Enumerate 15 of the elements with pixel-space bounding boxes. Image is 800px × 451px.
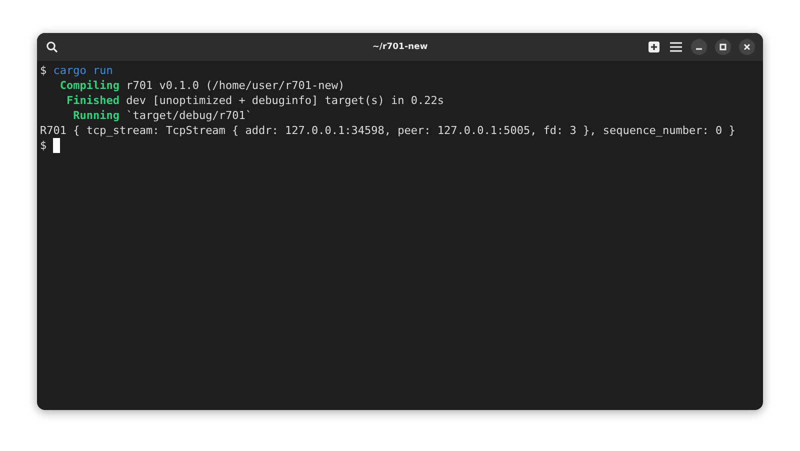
- maximize-icon: [719, 43, 727, 51]
- terminal-line: Finished dev [unoptimized + debuginfo] target(s) in 0.22s: [65, 93, 444, 108]
- terminal-line: $: [40, 138, 48, 153]
- maximize-button[interactable]: [715, 39, 731, 55]
- terminal-line: Compiling r701 v0.1.0 (/home/user/r701-new): [58, 78, 345, 93]
- terminal-line: R701 { tcp_stream: TcpStream { addr: 127.0.0.1:34598, peer: 127.0.0.1:5005, fd: 3 }, sequence_number: 0 }: [40, 123, 736, 138]
- terminal-line: $ cargo run: [40, 63, 113, 78]
- window-title: ~/r701-new: [372, 42, 428, 52]
- close-icon: [743, 43, 751, 51]
- menu-icon[interactable]: [669, 40, 683, 54]
- terminal-line: Running `target/debug/r701`: [72, 108, 252, 123]
- search-icon[interactable]: [45, 40, 59, 54]
- new-tab-icon[interactable]: [647, 40, 661, 54]
- close-button[interactable]: [739, 39, 755, 55]
- minimize-button[interactable]: [691, 39, 707, 55]
